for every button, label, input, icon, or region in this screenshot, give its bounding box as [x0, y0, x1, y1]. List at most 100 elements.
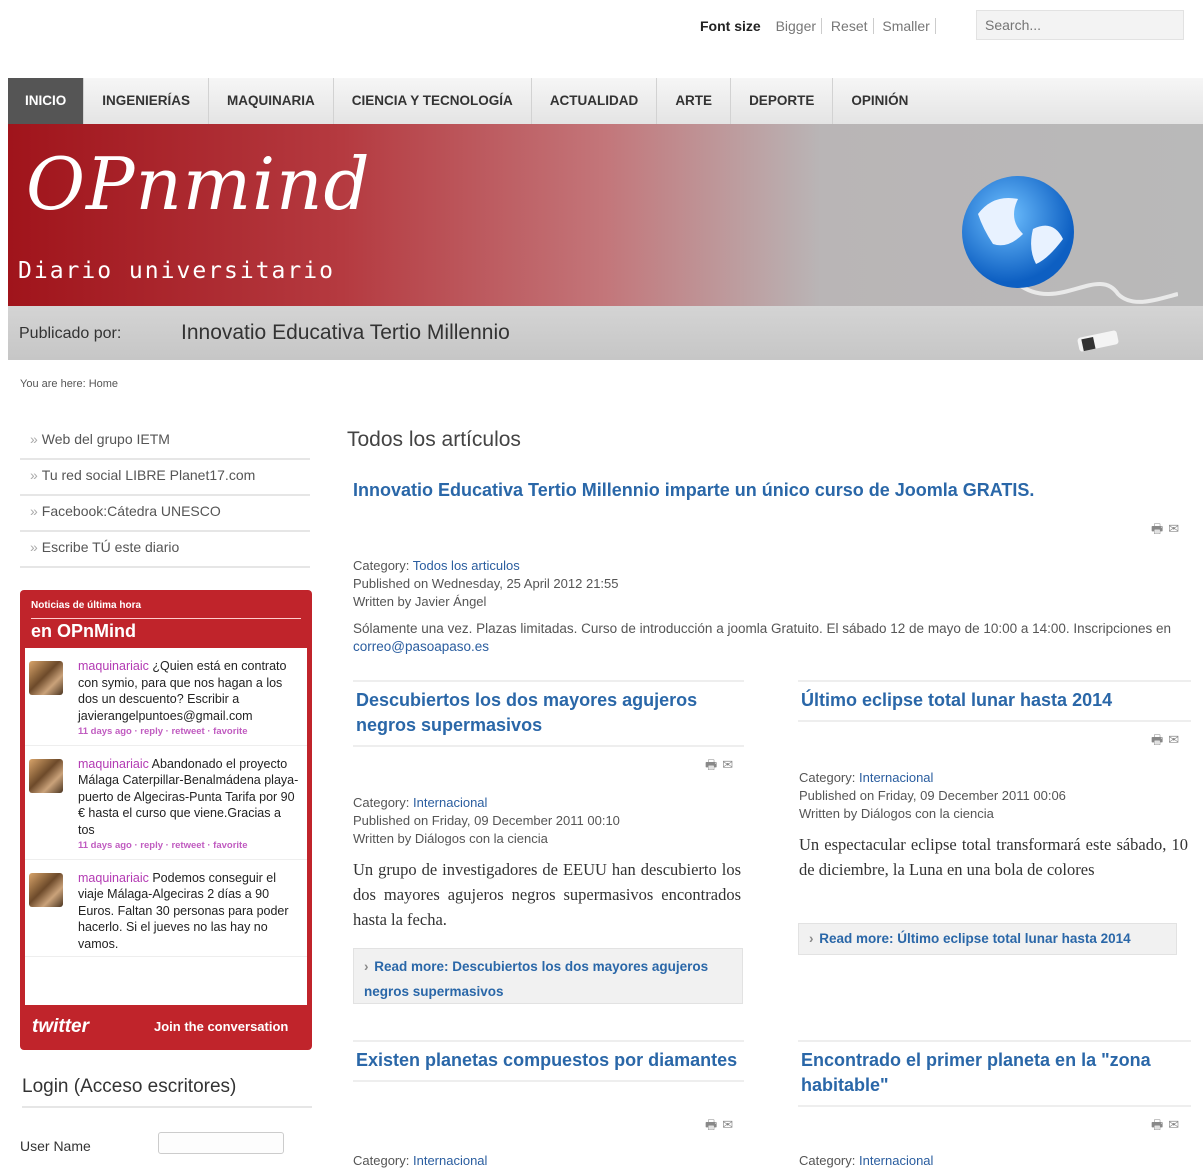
email-link[interactable]: correo@pasoapaso.es — [353, 639, 489, 654]
category-label: Category: — [353, 1153, 413, 1168]
twitter-widget: Noticias de última hora en OPnMind maqui… — [20, 590, 312, 1050]
article-tools: 🖶 ✉ — [1146, 731, 1179, 753]
bullet-icon: » — [30, 539, 38, 555]
publisher-name: Innovatio Educativa Tertio Millennio — [181, 321, 510, 344]
avatar[interactable] — [29, 661, 63, 695]
lead-article-body: Sólamente una vez. Plazas limitadas. Cur… — [353, 621, 1171, 636]
font-size-label: Font size — [700, 18, 761, 34]
category-line: Category: Internacional — [799, 769, 1066, 787]
email-icon[interactable]: ✉ — [722, 757, 733, 773]
sidebar-item-escribe[interactable]: » Escribe TÚ este diario — [20, 532, 310, 568]
category-link[interactable]: Internacional — [859, 1153, 933, 1168]
nav-deporte[interactable]: DEPORTE — [731, 78, 834, 124]
lead-article-meta: Category: Todos los articulos Published … — [353, 557, 619, 611]
twitter-footer: twitter Join the conversation — [20, 1007, 312, 1047]
font-bigger-link[interactable]: Bigger — [770, 18, 823, 34]
print-icon[interactable]: 🖶 — [1151, 1116, 1163, 1138]
nav-ciencia-tecnologia[interactable]: CIENCIA Y TECNOLOGÍA — [334, 78, 532, 124]
nav-ingenierias[interactable]: INGENIERÍAS — [84, 78, 210, 124]
nav-actualidad[interactable]: ACTUALIDAD — [532, 78, 658, 124]
print-icon[interactable]: 🖶 — [1151, 731, 1163, 753]
lead-article-title[interactable]: Innovatio Educativa Tertio Millennio imp… — [353, 480, 1034, 501]
article-title[interactable]: Existen planetas compuestos por diamante… — [353, 1040, 744, 1082]
sidebar-item-planet17[interactable]: » Tu red social LIBRE Planet17.com — [20, 460, 310, 496]
sidebar-item-label: Web del grupo IETM — [41, 431, 170, 447]
nav-arte[interactable]: ARTE — [657, 78, 732, 124]
font-reset-link[interactable]: Reset — [825, 18, 874, 34]
sidebar-item-facebook[interactable]: » Facebook:Cátedra UNESCO — [20, 496, 310, 532]
category-link[interactable]: Internacional — [859, 770, 933, 785]
category-label: Category: — [353, 558, 413, 573]
article-meta: Category: Internacional — [353, 1152, 487, 1170]
font-smaller-link[interactable]: Smaller — [877, 18, 936, 34]
tweet-list[interactable]: maquinariaic ¿Quien está en contrato con… — [25, 648, 307, 1005]
bullet-icon: » — [30, 503, 38, 519]
tweet-user[interactable]: maquinariaic — [78, 757, 149, 771]
usb-plug-icon — [1077, 330, 1119, 352]
tweet: maquinariaic ¿Quien está en contrato con… — [25, 648, 307, 746]
email-icon[interactable]: ✉ — [1168, 732, 1179, 748]
main-nav: INICIO INGENIERÍAS MAQUINARIA CIENCIA Y … — [8, 78, 1203, 125]
article-tools: 🖶 ✉ — [1146, 520, 1179, 542]
email-icon[interactable]: ✉ — [1168, 1117, 1179, 1133]
tweet-actions[interactable]: 11 days ago · reply · retweet · favorite — [78, 838, 301, 855]
chevron-right-icon: › — [364, 959, 369, 974]
tweet-user[interactable]: maquinariaic — [78, 871, 149, 885]
article-title[interactable]: Encontrado el primer planeta en la "zona… — [798, 1040, 1191, 1107]
nav-maquinaria[interactable]: MAQUINARIA — [209, 78, 334, 124]
publisher-bar: Publicado por: Innovatio Educativa Terti… — [8, 306, 1203, 360]
article-text: Un espectacular eclipse total transforma… — [799, 835, 1188, 879]
avatar[interactable] — [29, 758, 63, 793]
category-link[interactable]: Internacional — [413, 795, 487, 810]
sidebar-links: » Web del grupo IETM » Tu red social LIBRE… — [20, 424, 310, 568]
join-conversation-link[interactable]: Join the conversation — [154, 1019, 288, 1034]
print-icon[interactable]: 🖶 — [1151, 520, 1163, 542]
twitter-logo[interactable]: twitter — [32, 1016, 89, 1038]
article-tools: 🖶 ✉ — [700, 756, 733, 778]
category-label: Category: — [353, 795, 413, 810]
lead-article-text: Sólamente una vez. Plazas limitadas. Cur… — [353, 620, 1188, 656]
published-date: Published on Friday, 09 December 2011 00… — [799, 788, 1066, 803]
username-input[interactable] — [158, 1132, 284, 1154]
site-logo[interactable]: OPnmind — [26, 142, 371, 226]
search-input[interactable] — [976, 10, 1184, 40]
twitter-widget-title: en OPnMind — [31, 618, 301, 642]
category-link[interactable]: Todos los articulos — [413, 558, 520, 573]
sidebar-item-label: Facebook:Cátedra UNESCO — [41, 503, 221, 519]
category-line: Category: Internacional — [353, 1152, 487, 1170]
email-icon[interactable]: ✉ — [722, 1117, 733, 1133]
nav-inicio[interactable]: INICIO — [8, 78, 85, 124]
email-icon[interactable]: ✉ — [1168, 521, 1179, 537]
read-more-button[interactable]: › Read more: Descubiertos los dos mayore… — [353, 948, 743, 1004]
bullet-icon: » — [30, 467, 38, 483]
tweet: maquinariaic Abandonado el proyecto Mála… — [25, 746, 307, 860]
login-title: Login (Acceso escritores) — [22, 1076, 312, 1108]
category-line: Category: Internacional — [353, 794, 620, 812]
article-title[interactable]: Descubiertos los dos mayores agujeros ne… — [353, 680, 744, 747]
article-tools: 🖶 ✉ — [700, 1116, 733, 1138]
read-more-button[interactable]: › Read more: Último eclipse total lunar … — [798, 923, 1177, 955]
twitter-widget-subtitle: Noticias de última hora — [31, 600, 142, 611]
article-title[interactable]: Último eclipse total lunar hasta 2014 — [798, 680, 1191, 722]
tweet-actions[interactable]: 11 days ago · reply · retweet · favorite — [78, 724, 301, 741]
print-icon[interactable]: 🖶 — [705, 1116, 717, 1138]
nav-opinion[interactable]: OPINIÓN — [833, 78, 926, 124]
category-line: Category: Todos los articulos — [353, 557, 619, 575]
sidebar-item-label: Escribe TÚ este diario — [41, 539, 180, 555]
bullet-icon: » — [30, 431, 38, 447]
print-icon[interactable]: 🖶 — [705, 756, 717, 778]
username-label: User Name — [20, 1138, 91, 1154]
sidebar-item-ietm[interactable]: » Web del grupo IETM — [20, 424, 310, 460]
tweet-user[interactable]: maquinariaic — [78, 659, 149, 673]
avatar[interactable] — [29, 872, 63, 907]
article-tools: 🖶 ✉ — [1146, 1116, 1179, 1138]
font-size-controls: Font size Bigger Reset Smaller — [700, 18, 936, 34]
author: Written by Javier Ángel — [353, 594, 487, 609]
category-link[interactable]: Internacional — [413, 1153, 487, 1168]
breadcrumb: You are here: Home — [20, 378, 119, 390]
article-meta: Category: Internacional Published on Fri… — [353, 794, 620, 848]
author: Written by Diálogos con la ciencia — [353, 831, 548, 846]
category-label: Category: — [799, 770, 859, 785]
category-label: Category: — [799, 1153, 859, 1168]
sidebar-item-label: Tu red social LIBRE Planet17.com — [41, 467, 256, 483]
